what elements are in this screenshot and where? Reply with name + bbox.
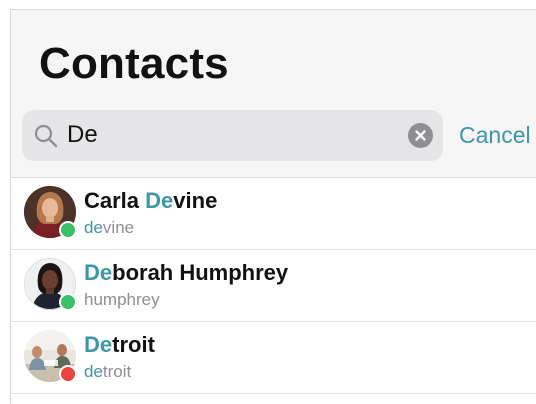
contact-name: Detroit (84, 332, 155, 357)
clear-search-button[interactable] (408, 123, 433, 148)
contact-handle: detroit (84, 362, 132, 381)
search-bar[interactable] (22, 110, 443, 161)
contact-handle: humphrey (84, 290, 160, 309)
page-title: Contacts (39, 39, 229, 88)
contact-list: Carla Devine devine Deborah Humphrey hum… (11, 178, 536, 394)
contact-name: Deborah Humphrey (84, 260, 289, 285)
avatar (24, 186, 77, 239)
contact-row[interactable]: Deborah Humphrey humphrey (11, 250, 536, 322)
contact-row[interactable]: Detroit detroit (11, 322, 536, 394)
cancel-button[interactable]: Cancel (459, 121, 531, 149)
close-icon (415, 130, 426, 141)
online-status-indicator (59, 221, 77, 239)
contact-handle: devine (84, 218, 135, 237)
search-icon (33, 123, 59, 149)
contact-row[interactable]: Carla Devine devine (11, 178, 536, 250)
search-input[interactable] (67, 117, 387, 153)
contact-name: Carla Devine (84, 188, 218, 213)
avatar (24, 258, 77, 311)
header: Contacts Cancel (11, 10, 536, 178)
contacts-screen: Contacts Cancel (10, 9, 536, 404)
busy-status-indicator (59, 365, 77, 383)
online-status-indicator (59, 293, 77, 311)
avatar (24, 330, 77, 383)
